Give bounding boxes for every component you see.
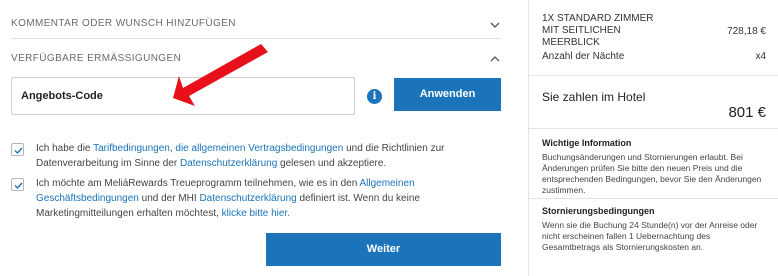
total-amount: 801 € (728, 104, 766, 121)
general-terms-link[interactable]: die allgemeinen Vertragsbedingungen (175, 143, 343, 154)
chevron-up-icon[interactable] (489, 52, 501, 64)
nights-value: x4 (755, 51, 766, 62)
important-info-text: Buchungsänderungen und Stornierungen erl… (542, 152, 762, 195)
checkmark-icon (14, 147, 23, 155)
pay-at-hotel-label: Sie zahlen im Hotel (542, 90, 646, 104)
info-icon[interactable]: i (367, 89, 382, 104)
rate-conditions-link[interactable]: Tarifbedingungen (93, 143, 170, 154)
terms-consent-row: Ich habe die Tarifbedingungen, die allge… (11, 141, 501, 171)
booking-summary: 1x STANDARD ZIMMER MIT SEITLICHEN MEERBL… (528, 0, 778, 276)
room-price: 728,18 € (727, 26, 766, 37)
cancellation-text: Wenn sie die Buchung 24 Stunde(n) vor de… (542, 220, 758, 252)
cancellation-title: Stornierungsbedingungen (542, 206, 655, 216)
comment-accordion-label: KOMMENTAR ODER WUNSCH HINZUFÜGEN (11, 18, 236, 29)
room-description: 1x STANDARD ZIMMER MIT SEITLICHEN MEERBL… (542, 13, 654, 48)
summary-divider (529, 75, 778, 76)
terms-checkbox[interactable] (11, 143, 24, 156)
rewards-consent-text: Ich möchte am MeliáRewards Treueprogramm… (36, 178, 420, 219)
summary-divider (529, 128, 778, 129)
terms-consent-text: Ich habe die Tarifbedingungen, die allge… (36, 143, 445, 169)
apply-button[interactable]: Anwenden (394, 78, 501, 111)
continue-button[interactable]: Weiter (266, 233, 501, 266)
privacy-policy-link[interactable]: Datenschutzerklärung (180, 158, 277, 169)
booking-form: KOMMENTAR ODER WUNSCH HINZUFÜGEN VERFÜGB… (0, 0, 515, 276)
comment-accordion-header[interactable]: KOMMENTAR ODER WUNSCH HINZUFÜGEN (11, 9, 501, 39)
important-info-title: Wichtige Information (542, 138, 632, 148)
checkmark-icon (14, 182, 23, 190)
rewards-checkbox[interactable] (11, 178, 24, 191)
rewards-consent-row: Ich möchte am MeliáRewards Treueprogramm… (11, 176, 501, 221)
nights-label: Anzahl der Nächte (542, 51, 625, 62)
opt-out-link[interactable]: klicke bitte hier. (222, 208, 290, 219)
discounts-accordion-label: VERFÜGBARE ERMÄSSIGUNGEN (11, 52, 182, 64)
red-arrow-annotation (173, 44, 268, 106)
chevron-down-icon[interactable] (489, 18, 501, 30)
mhi-privacy-link[interactable]: Datenschutzerklärung (199, 193, 296, 204)
summary-divider (529, 198, 778, 199)
